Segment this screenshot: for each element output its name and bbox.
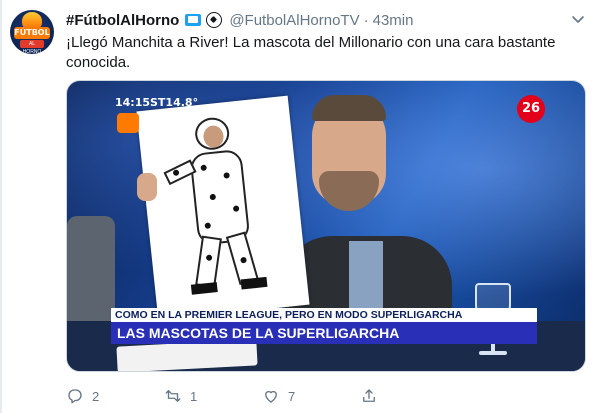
lower-third-subtitle: COMO EN LA PREMIER LEAGUE, PERO EN MODO …	[111, 308, 537, 322]
user-handle[interactable]: @FutbolAlHornoTV	[229, 12, 359, 29]
thread-rail	[0, 0, 2, 413]
avatar[interactable]: FÚTBOL AL HORNO	[10, 10, 54, 54]
avatar-brand-top: FÚTBOL	[14, 27, 50, 39]
tweet-media-image[interactable]: 14:15 ST14.8° 26 COMO EN LA PREMIER LEAG…	[66, 80, 586, 372]
program-logo-icon	[117, 113, 139, 133]
tweet-actions: 2 1 7	[66, 386, 386, 406]
avatar-brand-bottom: AL HORNO	[20, 40, 44, 54]
tv-icon	[185, 14, 202, 26]
tweet-header: #FútbolAlHorno @FutbolAlHornoTV · 43min	[66, 10, 413, 30]
heart-icon	[265, 390, 277, 403]
reply-count: 2	[92, 388, 100, 404]
wine-glass-base	[479, 351, 507, 355]
retweet-button[interactable]: 1	[164, 386, 197, 406]
reply-button[interactable]: 2	[66, 386, 99, 406]
share-button[interactable]	[360, 386, 378, 406]
presenter-hair	[312, 95, 386, 121]
soccer-ball-icon	[206, 12, 223, 28]
like-count: 7	[288, 388, 296, 404]
mascot-body	[189, 148, 251, 246]
channel-logo: 26	[517, 95, 545, 123]
separator-dot: ·	[363, 11, 369, 29]
timestamp[interactable]: 43min	[373, 12, 414, 29]
mascot-leg-left	[195, 235, 222, 288]
display-name[interactable]: #FútbolAlHorno	[66, 12, 179, 29]
tv-clock: 14:15	[115, 96, 151, 109]
share-icon	[363, 389, 375, 402]
presenter-hand	[137, 173, 157, 201]
tweet-text: ¡Llegó Manchita a River! La mascota del …	[66, 34, 556, 71]
mascot-boot-left	[190, 282, 218, 295]
tv-temperature: ST14.8°	[150, 96, 199, 109]
dalmatian-mascot-picture	[136, 95, 310, 321]
chevron-down-icon[interactable]	[571, 12, 585, 26]
retweet-count: 1	[190, 388, 198, 404]
lower-third-title: LAS MASCOTAS DE LA SUPERLIGARCHA	[111, 322, 537, 344]
like-button[interactable]: 7	[262, 386, 295, 406]
reply-icon	[68, 389, 82, 404]
mascot-boot-right	[240, 276, 268, 290]
retweet-icon	[165, 390, 181, 402]
